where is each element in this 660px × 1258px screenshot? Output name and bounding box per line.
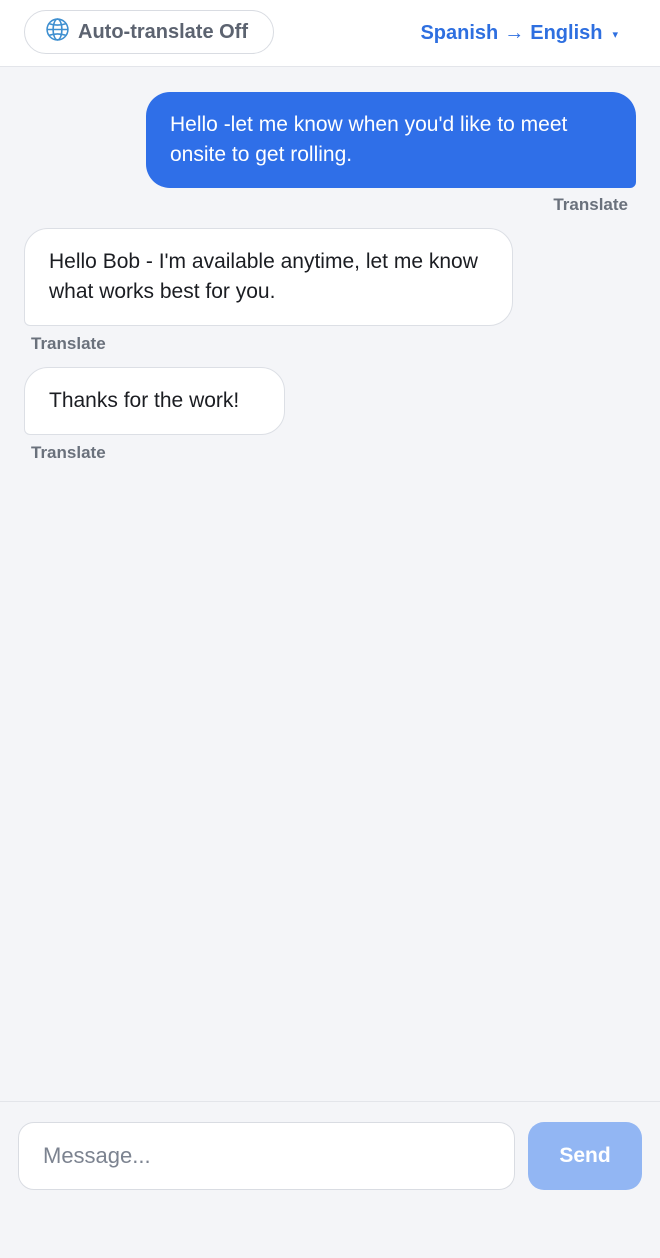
- translate-link[interactable]: Translate: [553, 195, 628, 215]
- auto-translate-toggle[interactable]: Auto-translate Off: [24, 10, 274, 54]
- incoming-message-bubble: Thanks for the work!: [24, 367, 285, 435]
- chat-screen: Auto-translate Off Spanish → English ▾ H…: [0, 0, 660, 1258]
- source-language: Spanish: [420, 21, 499, 44]
- globe-icon: [45, 17, 70, 48]
- incoming-message-bubble: Hello Bob - I'm available anytime, let m…: [24, 228, 513, 326]
- arrow-right-icon: →: [504, 21, 525, 44]
- target-language: English: [530, 21, 603, 44]
- message-text: Thanks for the work!: [49, 389, 240, 412]
- message-text: Hello -let me know when you'd like to me…: [170, 113, 568, 166]
- chat-header: Auto-translate Off Spanish → English ▾: [0, 0, 660, 67]
- auto-translate-label: Auto-translate Off: [78, 20, 248, 43]
- translate-link[interactable]: Translate: [31, 334, 106, 354]
- outgoing-message-bubble: Hello -let me know when you'd like to me…: [146, 92, 636, 188]
- language-pair-selector[interactable]: Spanish → English ▾: [420, 18, 618, 48]
- translate-link[interactable]: Translate: [31, 443, 106, 463]
- caret-down-icon: ▾: [612, 28, 618, 41]
- message-text: Hello Bob - I'm available anytime, let m…: [49, 250, 478, 303]
- message-composer: Send: [0, 1101, 660, 1258]
- message-input[interactable]: [18, 1122, 515, 1190]
- send-button[interactable]: Send: [528, 1122, 642, 1190]
